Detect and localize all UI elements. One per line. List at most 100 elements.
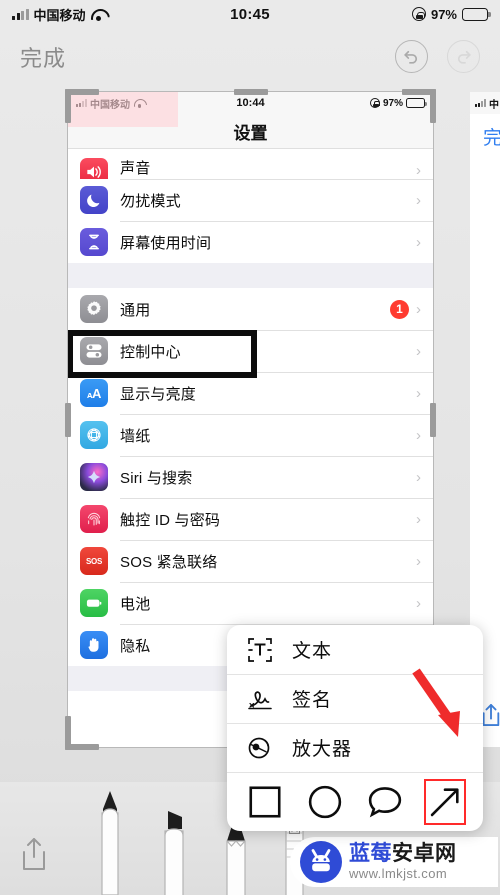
popup-item-label: 放大器: [292, 739, 353, 760]
pen-tool[interactable]: [88, 787, 132, 895]
arrow-shape-icon: [430, 787, 459, 816]
popup-item-label: 签名: [292, 690, 333, 711]
circle-shape-icon: [308, 785, 342, 818]
settings-row-display-brightness[interactable]: ᴀA 显示与亮度 ›: [68, 372, 433, 414]
settings-list-group-1: 声音 › 勿扰模式 › 屏幕使用时间 ›: [68, 149, 433, 263]
battery-icon: [406, 98, 427, 108]
settings-row-label: 勿扰模式: [120, 192, 181, 210]
watermark-url: www.lmkjst.com: [349, 866, 448, 881]
inner-status-bar: 中国移动 10:44 97%: [68, 92, 433, 114]
privacy-hand-icon: [80, 631, 108, 659]
battery-icon: [462, 7, 491, 21]
chevron-right-icon: ›: [416, 594, 421, 612]
settings-page-title: 设置: [68, 114, 433, 149]
chevron-right-icon: ›: [416, 342, 421, 360]
undo-icon: [404, 50, 418, 64]
redo-button[interactable]: [447, 40, 480, 73]
popup-shapes-row: [227, 772, 483, 831]
crop-handle-top-left-v[interactable]: [65, 89, 71, 123]
status-badge: 1: [390, 299, 409, 319]
settings-row-control-center[interactable]: 控制中心 ›: [68, 330, 433, 378]
highlighter-tool[interactable]: [152, 803, 196, 895]
text-box-icon: [245, 635, 275, 665]
fingerprint-icon: [80, 505, 108, 533]
settings-row-label: 墙纸: [120, 427, 151, 445]
undo-redo-group: [395, 40, 480, 73]
arrow-shape-button[interactable]: [423, 778, 467, 825]
hourglass-icon: [80, 228, 108, 256]
settings-list-group-2: 通用 1 › 控制中心 › ᴀA 显示与亮度 › 墙纸 › Siri 与搜索 ›…: [68, 288, 433, 666]
magnifier-icon: [245, 733, 275, 763]
settings-row-label: 声音: [120, 160, 151, 177]
bubble-shape-button[interactable]: [363, 780, 407, 824]
chevron-right-icon: ›: [416, 191, 421, 209]
markup-editor-screen: 中国移动 10:45 97% 完成 中 完 中国移动 10:44 97% 设置 …: [0, 0, 500, 895]
chevron-right-icon: ›: [416, 384, 421, 402]
share-up-icon: [482, 704, 500, 726]
signal-bars-icon: [475, 99, 486, 107]
settings-row-label: 屏幕使用时间: [120, 234, 212, 252]
crop-handle-top-mid[interactable]: [233, 89, 268, 95]
popup-item-label: 文本: [292, 641, 333, 662]
chevron-right-icon: ›: [416, 162, 421, 179]
settings-row-label: 显示与亮度: [120, 385, 197, 403]
redo-icon: [457, 50, 471, 64]
settings-row-label: Siri 与搜索: [120, 469, 193, 487]
settings-row-label: SOS 紧急联络: [120, 553, 218, 571]
chevron-right-icon: ›: [416, 233, 421, 251]
watermark-title: 蓝莓 安卓网: [349, 843, 457, 864]
crop-handle-right-mid[interactable]: [430, 402, 436, 437]
watermark-title-blue: 蓝莓: [349, 842, 392, 865]
chevron-right-icon: ›: [416, 426, 421, 444]
done-button[interactable]: 完成: [20, 41, 66, 73]
peek-done-button[interactable]: 完: [470, 123, 500, 150]
crop-handle-left-mid[interactable]: [65, 402, 71, 437]
battery-percent-label: 97%: [430, 6, 457, 22]
peek-carrier-label: 中: [489, 99, 499, 111]
crop-handle-top-right-v[interactable]: [430, 89, 436, 123]
status-bar-right: 97%: [411, 6, 491, 22]
settings-row-label: 电池: [120, 595, 151, 613]
inner-status-right: 97%: [369, 98, 427, 109]
moon-icon: [80, 186, 108, 214]
settings-row-touch-id[interactable]: 触控 ID 与密码 ›: [68, 498, 433, 540]
siri-icon: [80, 463, 108, 491]
circle-shape-button[interactable]: [303, 780, 347, 824]
settings-row-label: 通用: [120, 301, 151, 319]
settings-row-screen-time[interactable]: 屏幕使用时间 ›: [68, 221, 433, 263]
chevron-right-icon: ›: [416, 468, 421, 486]
undo-button[interactable]: [395, 40, 428, 73]
android-mascot-icon: [300, 841, 342, 883]
watermark-text: 蓝莓 安卓网 www.lmkjst.com: [349, 843, 457, 881]
settings-row-battery[interactable]: 电池 ›: [68, 582, 433, 624]
settings-row-sound[interactable]: 声音 ›: [68, 149, 433, 186]
share-icon[interactable]: [18, 835, 50, 873]
sos-icon: SOS: [80, 547, 108, 575]
settings-row-siri-search[interactable]: Siri 与搜索 ›: [68, 456, 433, 498]
red-arrow-annotation: [412, 668, 460, 737]
battery-settings-icon: [80, 589, 108, 617]
settings-row-do-not-disturb[interactable]: 勿扰模式 ›: [68, 179, 433, 221]
chevron-right-icon: ›: [416, 510, 421, 528]
watermark-title-black: 安卓网: [392, 842, 457, 865]
settings-row-wallpaper[interactable]: 墙纸 ›: [68, 414, 433, 456]
settings-row-label: 触控 ID 与密码: [120, 511, 221, 529]
crop-handle-bottom-left-v[interactable]: [65, 716, 71, 750]
site-watermark: 蓝莓 安卓网 www.lmkjst.com: [290, 831, 500, 893]
peek-status-bar: 中: [470, 92, 500, 114]
chevron-right-icon: ›: [416, 300, 421, 318]
settings-row-label: 隐私: [120, 637, 151, 655]
speech-bubble-icon: [368, 786, 402, 817]
gear-icon: [80, 295, 108, 323]
rotation-lock-icon: [411, 7, 426, 21]
control-center-icon: [80, 337, 108, 365]
settings-row-sos[interactable]: SOS SOS 紧急联络 ›: [68, 540, 433, 582]
wallpaper-icon: [80, 421, 108, 449]
list-section-gap: [68, 263, 433, 288]
settings-row-general[interactable]: 通用 1 ›: [68, 288, 433, 330]
markup-top-toolbar: 完成: [0, 28, 500, 85]
status-bar: 中国移动 10:45 97%: [0, 0, 500, 28]
display-brightness-icon: ᴀA: [80, 379, 108, 407]
square-shape-button[interactable]: [243, 780, 287, 824]
square-shape-icon: [249, 785, 281, 818]
